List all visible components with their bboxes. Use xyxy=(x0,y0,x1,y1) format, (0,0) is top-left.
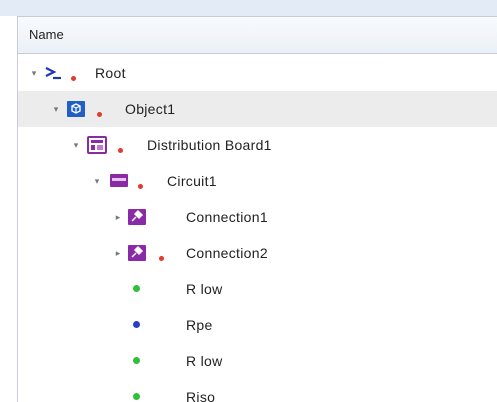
tree-item-root[interactable]: ▾ Root xyxy=(18,55,497,91)
collapse-arrow-icon[interactable]: ▾ xyxy=(92,163,102,199)
tree-item-measurement[interactable]: Riso xyxy=(18,379,497,402)
status-marker-icon xyxy=(71,76,76,81)
status-marker-icon xyxy=(138,184,143,189)
tree-item-label: Circuit1 xyxy=(167,173,217,189)
tree-item-label: R low xyxy=(186,281,223,297)
status-marker-icon xyxy=(159,256,164,261)
expand-arrow-icon[interactable]: ▸ xyxy=(113,199,123,235)
collapse-arrow-icon[interactable]: ▾ xyxy=(71,127,81,163)
tree-item-measurement[interactable]: R low xyxy=(18,343,497,379)
expand-arrow-icon[interactable]: ▸ xyxy=(113,235,123,271)
tree-item-connection1[interactable]: ▸ Connection1 xyxy=(18,199,497,235)
collapse-arrow-icon[interactable]: ▾ xyxy=(29,55,39,91)
tree-item-label: Root xyxy=(95,65,126,81)
tree-item-circuit[interactable]: ▾ Circuit1 xyxy=(18,163,497,199)
tree-panel: Name ▾ Root ▾ Object1 ▾ Distribution Boa… xyxy=(17,16,497,402)
column-header-label: Name xyxy=(29,27,64,42)
tree-item-distribution-board[interactable]: ▾ Distribution Board1 xyxy=(18,127,497,163)
pass-status-icon xyxy=(133,357,140,364)
tree-item-measurement[interactable]: Rpe xyxy=(18,307,497,343)
tree-item-connection2[interactable]: ▸ Connection2 xyxy=(18,235,497,271)
pass-status-icon xyxy=(133,393,140,400)
column-header-name[interactable]: Name xyxy=(18,17,497,54)
root-icon xyxy=(44,64,62,87)
status-marker-icon xyxy=(118,148,123,153)
tree-item-measurement[interactable]: R low xyxy=(18,271,497,307)
tree-item-label: Riso xyxy=(186,389,216,402)
connection-plug-icon xyxy=(127,208,147,231)
pass-status-icon xyxy=(133,285,140,292)
object-cube-icon xyxy=(66,100,86,123)
connection-plug-icon xyxy=(127,244,147,267)
tree-item-label: Connection2 xyxy=(186,245,268,261)
collapse-arrow-icon[interactable]: ▾ xyxy=(51,91,61,127)
tree-item-label: Distribution Board1 xyxy=(147,137,272,153)
info-status-icon xyxy=(133,321,140,328)
distribution-board-icon xyxy=(87,136,107,159)
tree-item-label: R low xyxy=(186,353,223,369)
status-marker-icon xyxy=(97,112,102,117)
tree-window: Name ▾ Root ▾ Object1 ▾ Distribution Boa… xyxy=(0,0,497,402)
tree-item-label: Object1 xyxy=(125,101,176,117)
tree-item-object1[interactable]: ▾ Object1 xyxy=(18,91,497,127)
tree-item-label: Connection1 xyxy=(186,209,268,225)
tree-item-label: Rpe xyxy=(186,317,213,333)
circuit-icon xyxy=(109,172,129,195)
